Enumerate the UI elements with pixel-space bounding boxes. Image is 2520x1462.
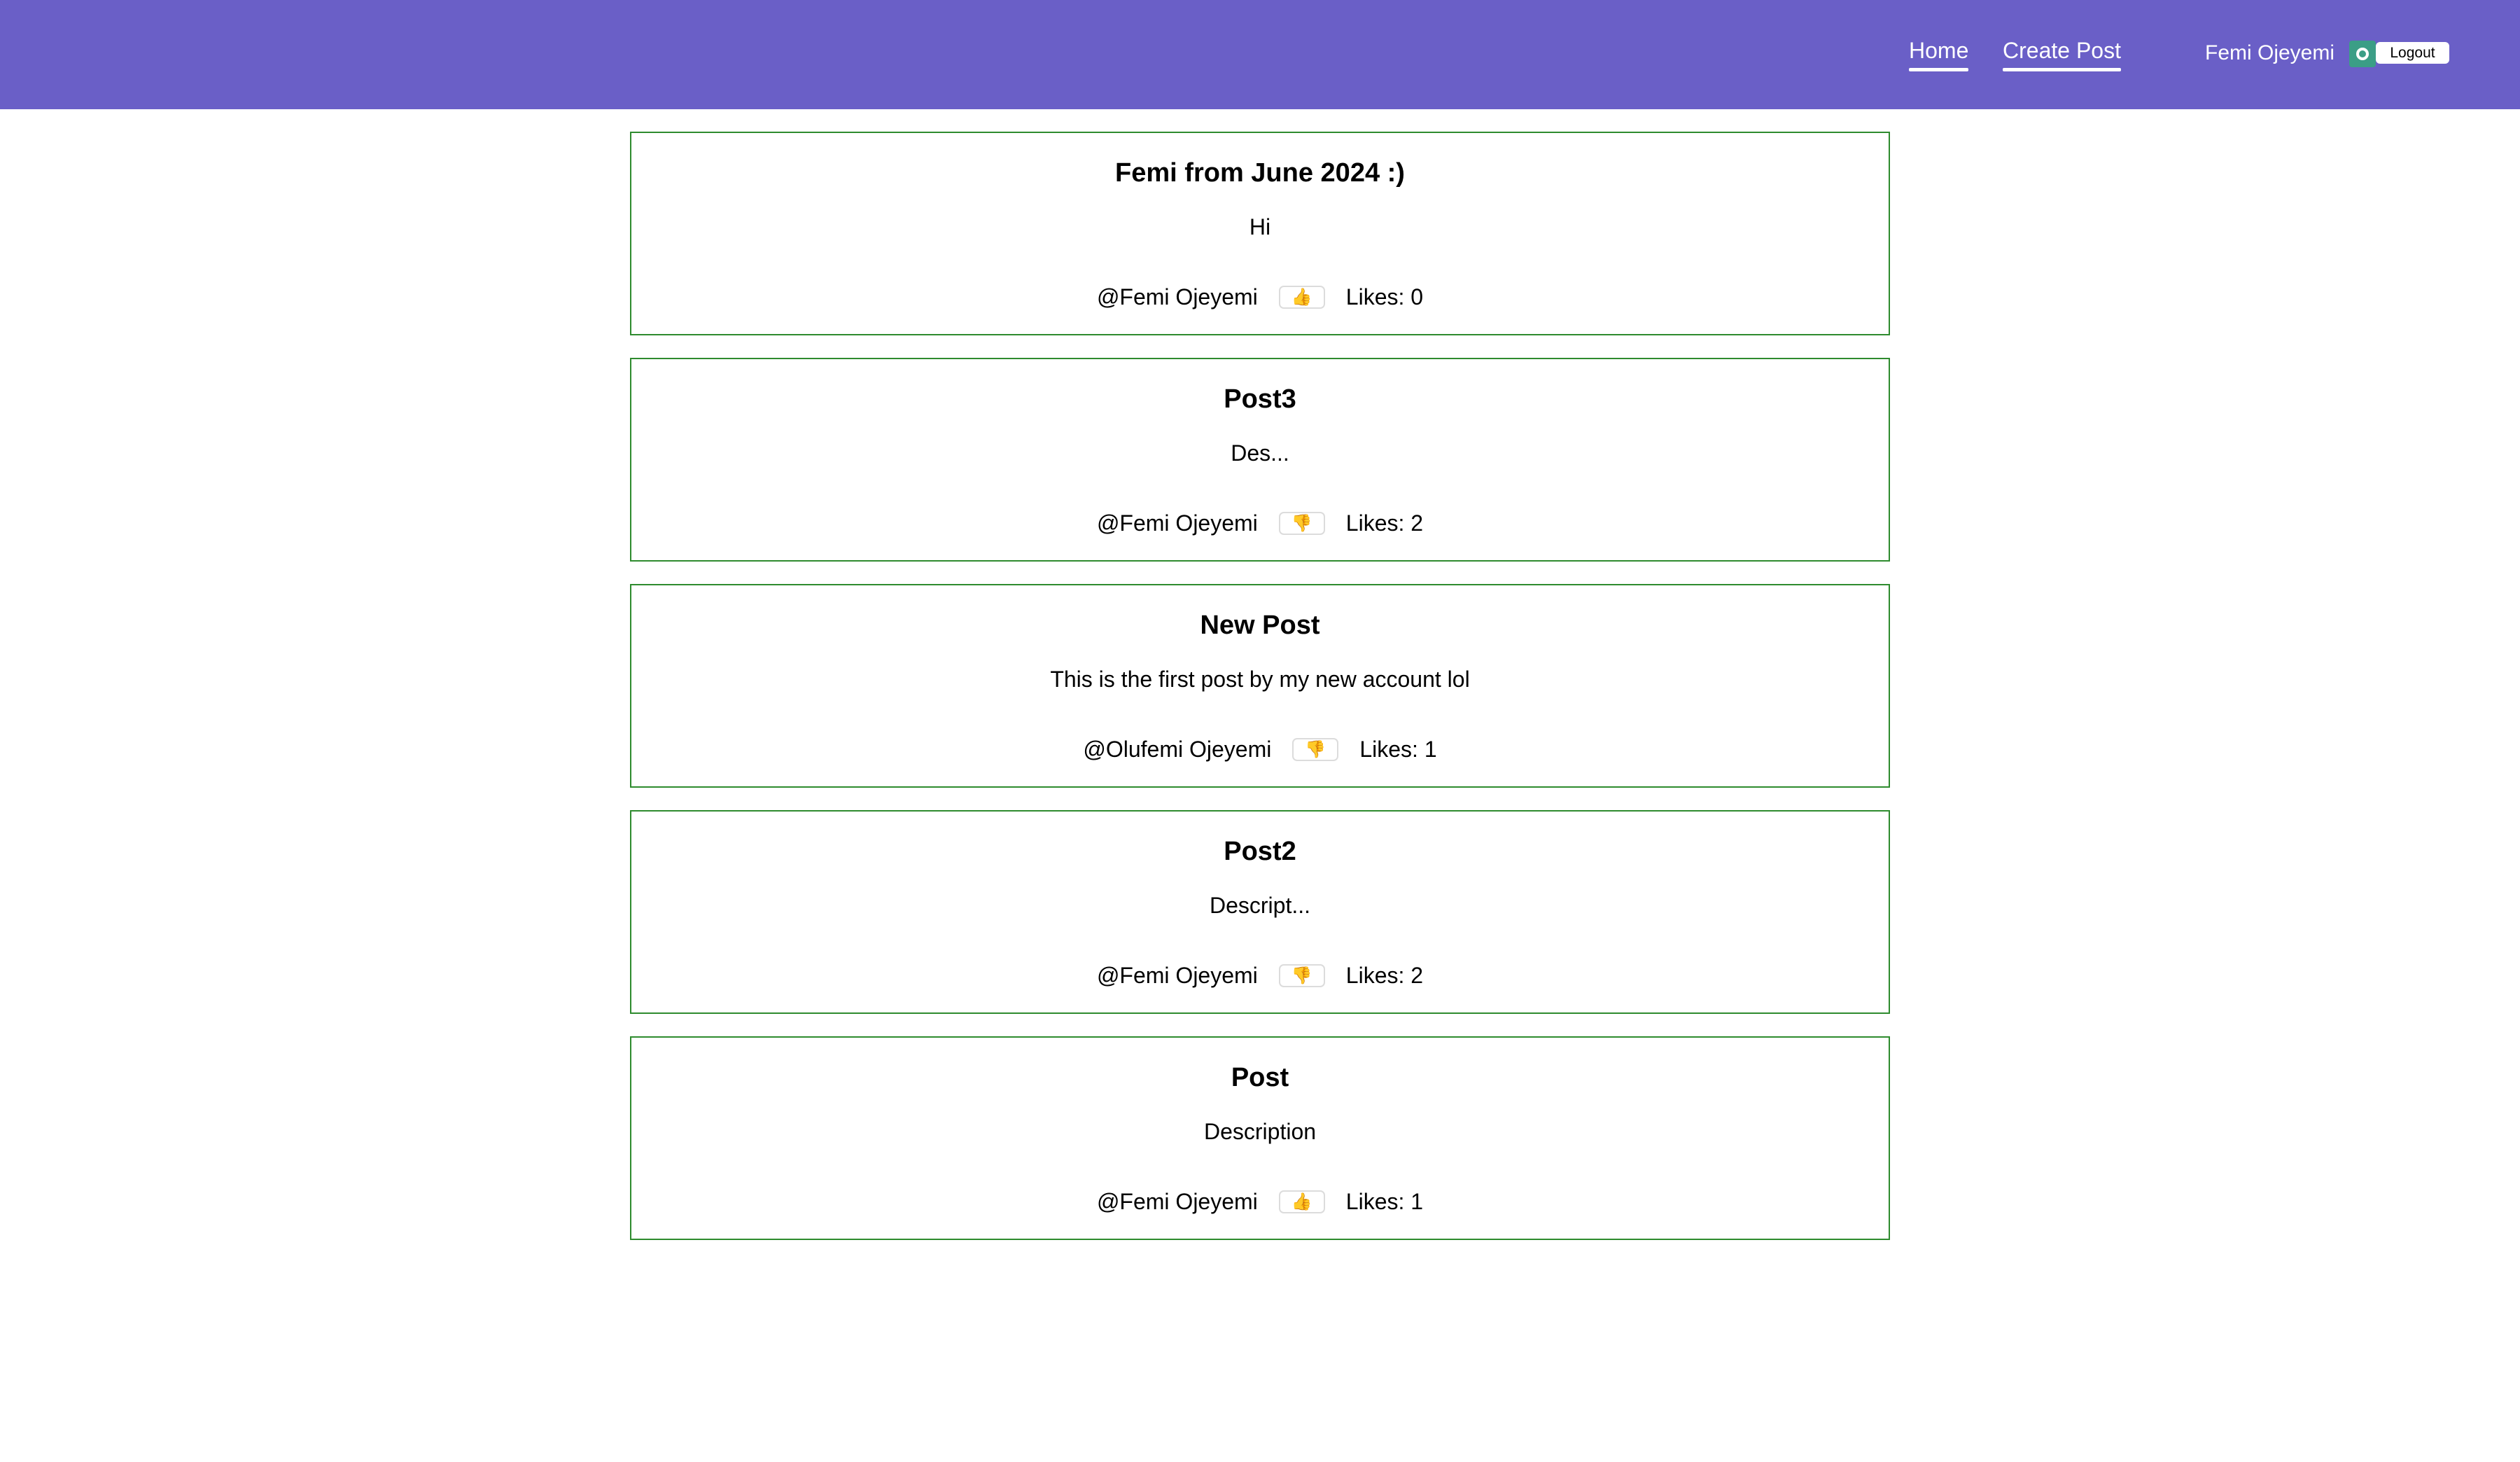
post-body: Descript... [1209,893,1311,918]
post-card: Post Description @Femi Ojeyemi 👍 Likes: … [630,1036,1890,1240]
post-author: @Olufemi Ojeyemi [1083,737,1272,762]
post-footer: @Femi Ojeyemi 👍 Likes: 0 [631,283,1889,311]
logout-button[interactable]: Logout [2376,42,2449,64]
thumbs-down-icon[interactable]: 👎 [1278,963,1325,987]
post-title: Post2 [1224,837,1296,866]
post-body: Hi [1249,214,1271,239]
nav-create-post-link[interactable]: Create Post [2003,36,2121,71]
post-body: Description [1203,1119,1317,1144]
post-likes-count: Likes: 1 [1345,1189,1424,1214]
post-body: Des... [1231,440,1289,466]
post-author: @Femi Ojeyemi [1096,510,1258,536]
post-footer: @Femi Ojeyemi 👎 Likes: 2 [631,961,1889,989]
post-title: New Post [1200,611,1320,640]
post-likes-count: Likes: 2 [1345,963,1424,988]
post-feed: Femi from June 2024 :) Hi @Femi Ojeyemi … [630,132,1890,1262]
post-body: This is the first post by my new account… [1050,667,1470,692]
post-card: New Post This is the first post by my ne… [630,584,1890,788]
current-user-name: Femi Ojeyemi [2205,41,2335,64]
top-navbar: Home Create Post Femi Ojeyemi Logout [0,0,2520,109]
post-card: Post2 Descript... @Femi Ojeyemi 👎 Likes:… [630,810,1890,1014]
nav-home-label: Home [1909,38,1969,63]
user-avatar-icon [2349,41,2376,67]
post-card: Femi from June 2024 :) Hi @Femi Ojeyemi … [630,132,1890,335]
post-card: Post3 Des... @Femi Ojeyemi 👎 Likes: 2 [630,358,1890,562]
nav-home-underline [1909,68,1969,71]
nav-create-post-label: Create Post [2003,38,2121,63]
avatar-glyph-icon [2356,48,2369,60]
thumbs-up-icon[interactable]: 👍 [1278,1190,1325,1213]
post-author: @Femi Ojeyemi [1096,1189,1258,1214]
post-footer: @Femi Ojeyemi 👍 Likes: 1 [631,1188,1889,1216]
post-title: Post3 [1224,384,1296,414]
post-footer: @Olufemi Ojeyemi 👎 Likes: 1 [631,735,1889,763]
post-footer: @Femi Ojeyemi 👎 Likes: 2 [631,509,1889,537]
post-title: Post [1231,1063,1289,1092]
post-author: @Femi Ojeyemi [1096,963,1258,988]
thumbs-down-icon[interactable]: 👎 [1292,737,1339,761]
post-likes-count: Likes: 1 [1359,737,1437,762]
thumbs-down-icon[interactable]: 👎 [1278,511,1325,535]
post-likes-count: Likes: 2 [1345,510,1424,536]
nav-create-post-underline [2003,68,2121,71]
nav-home-link[interactable]: Home [1909,36,1969,71]
thumbs-up-icon[interactable]: 👍 [1278,285,1325,309]
post-author: @Femi Ojeyemi [1096,284,1258,309]
post-title: Femi from June 2024 :) [1115,158,1405,188]
post-likes-count: Likes: 0 [1345,284,1424,309]
